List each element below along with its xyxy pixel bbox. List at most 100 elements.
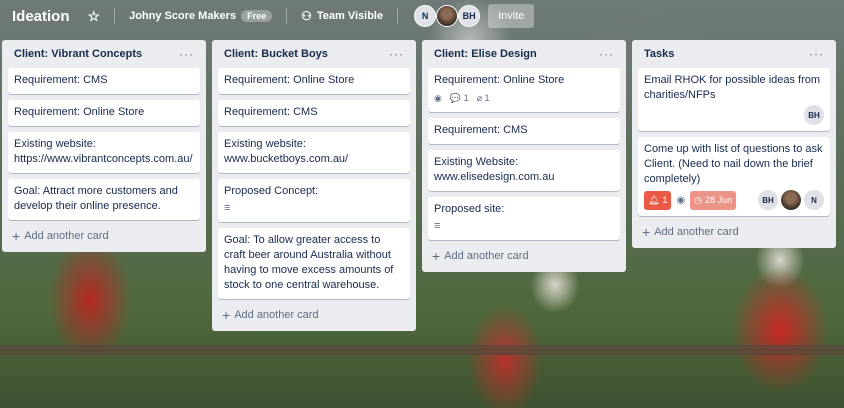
card[interactable]: Requirement: Online Store ◉ 💬 1 ⌀ 1 bbox=[428, 68, 620, 112]
list-elise-design: Client: Elise Design ··· Requirement: On… bbox=[422, 40, 626, 272]
watch-icon: ◉ bbox=[434, 93, 442, 103]
team-icon: ⚇ bbox=[301, 9, 312, 23]
add-card-label: Add another card bbox=[444, 250, 529, 262]
plus-icon: + bbox=[222, 306, 231, 323]
list-tasks: Tasks ··· Email RHOK for possible ideas … bbox=[632, 40, 836, 248]
card-title: Requirement: CMS bbox=[224, 106, 318, 118]
comments-count: 1 bbox=[463, 93, 469, 103]
card-title: Existing Website: www.elisedesign.com.au bbox=[434, 156, 555, 183]
member-avatar[interactable]: N bbox=[804, 190, 824, 210]
card[interactable]: Come up with list of questions to ask Cl… bbox=[638, 137, 830, 216]
more-icon[interactable]: ··· bbox=[179, 47, 194, 61]
list-title: Tasks bbox=[644, 48, 675, 60]
add-card-button[interactable]: + Add another card bbox=[428, 246, 620, 266]
card[interactable]: Goal: Attract more customers and develop… bbox=[8, 179, 200, 220]
visibility-button[interactable]: ⚇ Team Visible bbox=[295, 4, 389, 28]
card[interactable]: Existing Website: www.elisedesign.com.au bbox=[428, 150, 620, 191]
card[interactable]: Requirement: Online Store bbox=[218, 68, 410, 94]
card[interactable]: Proposed Concept: ≡ bbox=[218, 179, 410, 222]
member-avatar[interactable]: BH bbox=[758, 190, 778, 210]
team-name: Johny Score Makers bbox=[129, 10, 237, 22]
card-badges: ◉ 💬 1 ⌀ 1 bbox=[434, 91, 614, 106]
card-members: BH N bbox=[758, 190, 824, 210]
card[interactable]: Goal: To allow greater access to craft b… bbox=[218, 228, 410, 299]
card-title: Goal: Attract more customers and develop… bbox=[14, 185, 178, 212]
due-date: 28 Jun bbox=[705, 194, 733, 205]
more-icon[interactable]: ··· bbox=[599, 47, 614, 61]
member-avatar-photo[interactable] bbox=[781, 190, 801, 210]
add-card-button[interactable]: + Add another card bbox=[638, 222, 830, 242]
add-card-button[interactable]: + Add another card bbox=[218, 305, 410, 325]
card[interactable]: Existing website: www.bucketboys.com.au/ bbox=[218, 132, 410, 173]
description-icon: ≡ bbox=[224, 202, 231, 214]
member-avatar-photo[interactable] bbox=[436, 5, 459, 27]
card-title: Existing website: https://www.vibrantcon… bbox=[14, 138, 193, 165]
plan-badge: Free bbox=[241, 10, 273, 22]
member-avatar[interactable]: N bbox=[414, 5, 437, 27]
watch-icon: ◉ bbox=[676, 194, 686, 206]
star-button[interactable]: ☆ bbox=[82, 4, 107, 28]
add-card-label: Add another card bbox=[24, 230, 109, 242]
card-members: BH bbox=[644, 105, 824, 125]
list-header[interactable]: Client: Bucket Boys ··· bbox=[218, 40, 410, 68]
divider bbox=[286, 8, 288, 24]
card-title: Come up with list of questions to ask Cl… bbox=[644, 143, 823, 185]
card-title: Proposed site: bbox=[434, 203, 505, 215]
card-title: Requirement: Online Store bbox=[14, 106, 145, 118]
invite-button[interactable]: Invite bbox=[488, 4, 535, 28]
add-card-label: Add another card bbox=[654, 226, 739, 238]
more-icon[interactable]: ··· bbox=[389, 47, 404, 61]
card-title: Requirement: Online Store bbox=[224, 74, 355, 86]
list-vibrant-concepts: Client: Vibrant Concepts ··· Requirement… bbox=[2, 40, 206, 252]
member-avatar[interactable]: BH bbox=[804, 105, 824, 125]
card[interactable]: Requirement: CMS bbox=[428, 118, 620, 144]
list-bucket-boys: Client: Bucket Boys ··· Requirement: Onl… bbox=[212, 40, 416, 331]
card[interactable]: Requirement: Online Store bbox=[8, 100, 200, 126]
list-header[interactable]: Client: Vibrant Concepts ··· bbox=[8, 40, 200, 68]
list-header[interactable]: Client: Elise Design ··· bbox=[428, 40, 620, 68]
more-icon[interactable]: ··· bbox=[809, 47, 824, 61]
list-title: Client: Vibrant Concepts bbox=[14, 48, 143, 60]
card-title: Requirement: Online Store bbox=[434, 74, 565, 86]
due-date-badge[interactable]: ◷ 28 Jun bbox=[690, 190, 737, 210]
comments-badge: 💬 1 bbox=[449, 93, 469, 103]
description-icon: ≡ bbox=[434, 220, 441, 232]
member-avatar[interactable]: BH bbox=[458, 5, 481, 27]
card-title: Requirement: CMS bbox=[434, 124, 528, 136]
card[interactable]: Requirement: CMS bbox=[8, 68, 200, 94]
card[interactable]: Requirement: CMS bbox=[218, 100, 410, 126]
add-card-button[interactable]: + Add another card bbox=[8, 226, 200, 246]
board-header: Ideation ☆ Johny Score Makers Free ⚇ Tea… bbox=[0, 0, 844, 32]
add-card-label: Add another card bbox=[234, 309, 319, 321]
bell-icon: 🔔︎ bbox=[648, 194, 660, 205]
background-rod bbox=[0, 345, 844, 355]
attachments-count: 1 bbox=[484, 93, 490, 103]
card[interactable]: Proposed site: ≡ bbox=[428, 197, 620, 240]
attachments-badge: ⌀ 1 bbox=[476, 93, 490, 103]
divider bbox=[397, 8, 399, 24]
star-icon: ☆ bbox=[87, 7, 101, 24]
plus-icon: + bbox=[432, 247, 441, 264]
list-header[interactable]: Tasks ··· bbox=[638, 40, 830, 68]
card[interactable]: Existing website: https://www.vibrantcon… bbox=[8, 132, 200, 173]
card-title: Goal: To allow greater access to craft b… bbox=[224, 234, 394, 291]
clock-icon: ◷ bbox=[694, 194, 703, 205]
card-title: Requirement: CMS bbox=[14, 74, 108, 86]
card-badges: 🔔︎ 1 ◉ ◷ 28 Jun BH N bbox=[644, 190, 824, 210]
card-title: Email RHOK for possible ideas from chari… bbox=[644, 74, 821, 101]
badge-group: 🔔︎ 1 ◉ ◷ 28 Jun bbox=[644, 190, 737, 210]
team-button[interactable]: Johny Score Makers Free bbox=[123, 4, 278, 28]
board-title[interactable]: Ideation bbox=[8, 4, 74, 29]
visibility-label: Team Visible bbox=[316, 10, 384, 22]
card[interactable]: Email RHOK for possible ideas from chari… bbox=[638, 68, 830, 131]
notification-badge: 🔔︎ 1 bbox=[644, 190, 672, 210]
list-title: Client: Bucket Boys bbox=[224, 48, 328, 60]
plus-icon: + bbox=[642, 223, 651, 240]
board-members: N BH bbox=[414, 5, 481, 27]
divider bbox=[114, 8, 116, 24]
plus-icon: + bbox=[12, 227, 21, 244]
notification-count: 1 bbox=[662, 194, 668, 205]
card-title: Existing website: www.bucketboys.com.au/ bbox=[224, 138, 349, 165]
card-title: Proposed Concept: bbox=[224, 185, 319, 197]
list-title: Client: Elise Design bbox=[434, 48, 537, 60]
